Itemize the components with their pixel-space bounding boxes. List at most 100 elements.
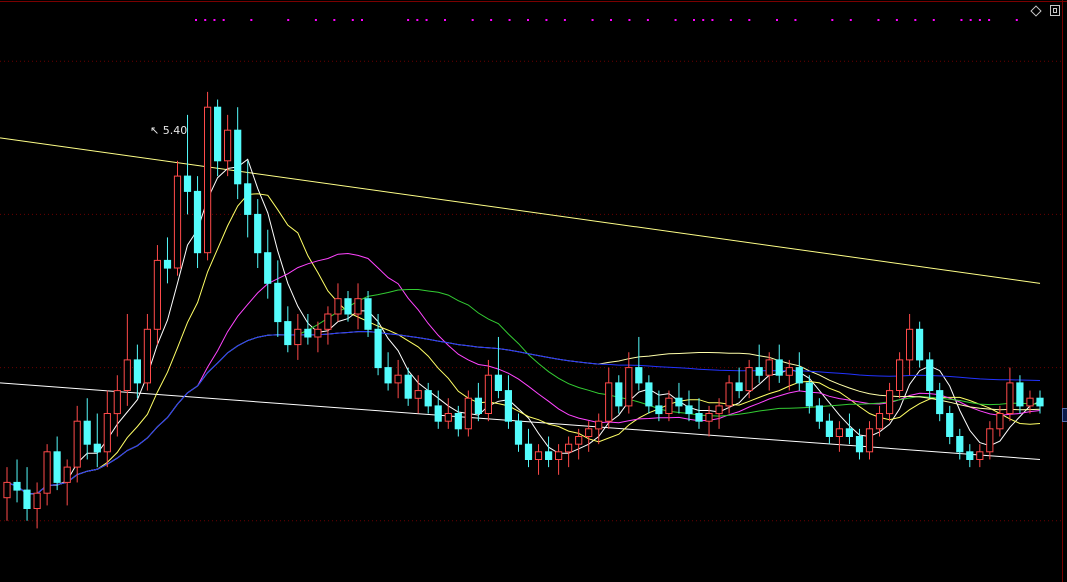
candle-body bbox=[214, 106, 222, 162]
candle-body bbox=[344, 298, 352, 315]
candle-61 bbox=[615, 375, 623, 414]
candle-89 bbox=[896, 352, 904, 399]
candle-body bbox=[986, 428, 994, 453]
signal-dot-34 bbox=[877, 19, 880, 21]
candle-body bbox=[163, 259, 172, 269]
candle-body bbox=[735, 382, 743, 392]
candle-body bbox=[364, 298, 372, 330]
candle-59 bbox=[595, 413, 603, 445]
candle-95 bbox=[956, 428, 964, 460]
signal-dot-22 bbox=[628, 19, 631, 21]
candle-10 bbox=[103, 390, 111, 468]
candle-50 bbox=[504, 375, 512, 429]
candle-87 bbox=[875, 405, 884, 437]
candle-body bbox=[745, 367, 753, 392]
candle-23 bbox=[234, 107, 242, 200]
kline-chart[interactable] bbox=[0, 0, 1067, 582]
candle-1 bbox=[13, 459, 21, 503]
candle-body bbox=[956, 436, 964, 453]
candle-4 bbox=[43, 444, 51, 506]
candle-30 bbox=[304, 313, 312, 345]
candle-body bbox=[1026, 397, 1034, 407]
candle-body bbox=[193, 190, 202, 254]
candle-body bbox=[665, 397, 673, 415]
candle-body bbox=[775, 359, 783, 376]
candlesticks bbox=[3, 91, 1044, 529]
ma5-line bbox=[6, 158, 1041, 495]
candle-5 bbox=[53, 436, 61, 491]
window-controls bbox=[1030, 4, 1060, 17]
candle-22 bbox=[224, 114, 232, 177]
candle-body bbox=[354, 298, 362, 315]
candle-body bbox=[685, 405, 693, 415]
candle-body bbox=[404, 374, 412, 399]
candle-19 bbox=[193, 176, 202, 269]
candle-94 bbox=[946, 405, 954, 445]
signal-dot-4 bbox=[250, 19, 253, 21]
candle-96 bbox=[966, 444, 974, 468]
candle-37 bbox=[374, 313, 382, 376]
candle-body bbox=[966, 451, 974, 460]
candle-91 bbox=[916, 321, 924, 368]
candle-body bbox=[484, 374, 492, 415]
peak-price-value: 5.40 bbox=[162, 124, 188, 137]
signal-dot-42 bbox=[1015, 19, 1018, 21]
restore-icon[interactable] bbox=[1050, 5, 1060, 16]
candle-body bbox=[705, 413, 713, 422]
signal-dot-27 bbox=[711, 19, 714, 21]
candle-body bbox=[314, 328, 322, 338]
candle-body bbox=[976, 451, 984, 460]
signal-dot-32 bbox=[831, 19, 834, 21]
candle-3 bbox=[33, 482, 41, 529]
candle-13 bbox=[133, 344, 142, 399]
candle-body bbox=[835, 428, 843, 437]
signal-dot-13 bbox=[444, 19, 446, 21]
candle-body bbox=[715, 405, 723, 415]
ma120-line bbox=[6, 330, 1041, 495]
candle-body bbox=[555, 451, 563, 460]
candle-body bbox=[936, 390, 944, 415]
candle-body bbox=[1036, 397, 1044, 407]
candle-body bbox=[865, 428, 874, 453]
candle-69 bbox=[695, 398, 703, 429]
ma10-line bbox=[6, 193, 1041, 495]
candle-body bbox=[805, 382, 813, 407]
moving-average-lines bbox=[6, 158, 1041, 495]
candle-body bbox=[304, 328, 312, 338]
candle-33 bbox=[334, 283, 342, 322]
candle-body bbox=[845, 428, 853, 437]
candle-98 bbox=[986, 421, 994, 460]
candle-body bbox=[996, 413, 1004, 430]
candle-73 bbox=[735, 367, 743, 399]
candle-body bbox=[23, 489, 31, 510]
signal-dot-19 bbox=[563, 19, 566, 21]
candle-body bbox=[444, 413, 452, 422]
candle-body bbox=[33, 492, 41, 510]
candle-55 bbox=[555, 444, 563, 475]
candle-body bbox=[284, 321, 292, 346]
candle-body bbox=[946, 413, 954, 437]
signal-dot-36 bbox=[914, 19, 917, 21]
peak-price-label: ↖ 5.40 bbox=[150, 124, 187, 137]
candle-body bbox=[565, 443, 573, 453]
signal-dot-31 bbox=[794, 19, 797, 21]
candle-body bbox=[204, 106, 212, 254]
candle-35 bbox=[354, 283, 362, 330]
candle-75 bbox=[755, 344, 763, 383]
candle-body bbox=[575, 436, 583, 445]
candle-body bbox=[645, 382, 653, 407]
signal-dot-25 bbox=[693, 19, 695, 21]
candle-body bbox=[906, 328, 914, 361]
candle-28 bbox=[284, 306, 292, 353]
edge-marker-icon[interactable] bbox=[1062, 408, 1067, 422]
signal-dot-18 bbox=[545, 19, 548, 21]
signal-dot-38 bbox=[960, 19, 963, 21]
candle-body bbox=[414, 390, 422, 399]
candle-62 bbox=[625, 352, 633, 414]
candle-body bbox=[1006, 382, 1014, 414]
candle-body bbox=[464, 397, 472, 430]
candle-body bbox=[374, 328, 382, 369]
candle-body bbox=[494, 374, 502, 392]
diamond-icon[interactable] bbox=[1030, 4, 1042, 17]
candle-body bbox=[384, 367, 392, 384]
